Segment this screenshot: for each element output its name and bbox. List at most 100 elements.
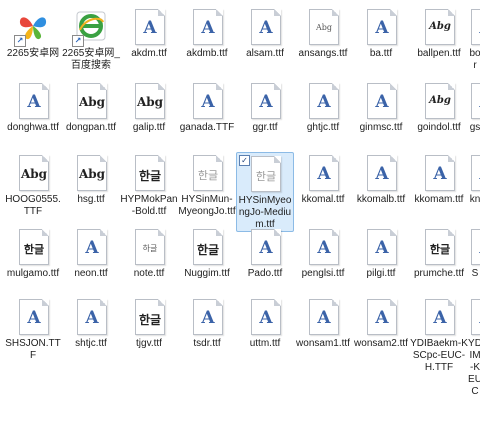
- font-preview-glyph: A: [259, 18, 273, 38]
- file-name-label: shtjc.ttf: [75, 338, 107, 349]
- file-item[interactable]: Abg dongpan.ttf: [62, 80, 120, 134]
- file-item[interactable]: AS: [468, 226, 480, 280]
- font-preview-glyph: A: [259, 92, 273, 112]
- file-name-label: HYPMokPan-Bold.ttf: [120, 194, 178, 217]
- font-preview-glyph: A: [259, 308, 273, 328]
- file-item[interactable]: Awonsam2.ttf: [352, 296, 410, 350]
- file-item[interactable]: 한글 HYPMokPan-Bold.ttf: [120, 152, 178, 218]
- file-item[interactable]: Adonghwa.ttf: [4, 80, 62, 134]
- file-item[interactable]: Abg ansangs.ttf: [294, 6, 352, 60]
- file-name-label: akdmb.ttf: [186, 48, 228, 59]
- document-page-icon: A: [251, 299, 281, 335]
- font-file-icon: A: [422, 155, 456, 191]
- file-name-label: Nuggim.ttf: [184, 268, 230, 279]
- document-page-icon: Abg: [425, 83, 455, 119]
- file-item[interactable]: 한글 mulgamo.ttf: [4, 226, 62, 280]
- file-item[interactable]: Akkomalb.ttf: [352, 152, 410, 206]
- document-page-icon: A: [471, 155, 480, 191]
- file-item[interactable]: Abg ballpen.ttf: [410, 6, 468, 60]
- file-item[interactable]: Aakdmb.ttf: [178, 6, 236, 60]
- document-page-icon: A: [367, 9, 397, 45]
- font-preview-glyph: Abg: [315, 23, 333, 32]
- file-item[interactable]: Apilgi.ttf: [352, 226, 410, 280]
- file-item[interactable]: Aganada.TTF: [178, 80, 236, 134]
- file-item[interactable]: Aba.ttf: [352, 6, 410, 60]
- file-name-label: gs: [469, 122, 480, 133]
- document-page-icon: Abg: [77, 155, 107, 191]
- file-item[interactable]: 하글 note.ttf: [120, 226, 178, 280]
- file-item[interactable]: 한글 tjgv.ttf: [120, 296, 178, 350]
- file-item[interactable]: ↗ 2265安卓网_百度搜索: [62, 6, 120, 72]
- font-preview-glyph: A: [375, 18, 389, 38]
- file-item[interactable]: Abg goindol.ttf: [410, 80, 468, 134]
- file-name-label: alsam.ttf: [246, 48, 284, 59]
- file-item[interactable]: Abor: [468, 6, 480, 72]
- file-item[interactable]: Abg galip.ttf: [120, 80, 178, 134]
- file-item[interactable]: Abg HOOG0555.TTF: [4, 152, 62, 218]
- document-page-icon: A: [309, 229, 339, 265]
- document-page-icon: Abg: [309, 9, 339, 45]
- file-item[interactable]: Akn: [468, 152, 480, 206]
- file-item[interactable]: Akkomam.ttf: [410, 152, 468, 206]
- file-item[interactable]: ↗ 2265安卓网: [4, 6, 62, 60]
- font-file-icon: 하글: [132, 229, 166, 265]
- font-preview-glyph: A: [472, 92, 480, 112]
- font-file-icon: 한글: [190, 229, 224, 265]
- file-name-label: akdm.ttf: [131, 48, 167, 59]
- font-file-icon: A: [190, 299, 224, 335]
- file-name-label: note.ttf: [133, 268, 165, 279]
- file-item[interactable]: Abg hsg.ttf: [62, 152, 120, 206]
- file-name-label: HOOG0555.TTF: [5, 194, 61, 217]
- font-file-icon: Abg: [306, 9, 340, 45]
- file-name-label: bor: [469, 48, 480, 71]
- file-name-label: tsdr.ttf: [193, 338, 221, 349]
- font-file-icon: A: [16, 299, 50, 335]
- file-item[interactable]: Awonsam1.ttf: [294, 296, 352, 350]
- font-preview-glyph: Abg: [78, 95, 106, 109]
- font-file-icon: A: [132, 9, 166, 45]
- file-name-label: kkomalb.ttf: [356, 194, 406, 205]
- file-item[interactable]: 한글 prumche.ttf: [410, 226, 468, 280]
- file-item[interactable]: Aghtjc.ttf: [294, 80, 352, 134]
- document-page-icon: A: [193, 9, 223, 45]
- file-item[interactable]: 한글 HYSinMun-MyeongJo.ttf: [178, 152, 236, 218]
- file-item[interactable]: Aneon.ttf: [62, 226, 120, 280]
- document-page-icon: A: [367, 299, 397, 335]
- ie-shortcut-icon: ↗: [72, 9, 108, 47]
- file-item[interactable]: Aalsam.ttf: [236, 6, 294, 60]
- file-item[interactable]: A YDIM-KEUC: [468, 296, 480, 398]
- font-file-icon: A: [364, 9, 398, 45]
- file-item[interactable]: Aginmsc.ttf: [352, 80, 410, 134]
- file-item[interactable]: A Pado.ttf: [236, 226, 294, 280]
- file-item[interactable]: A SHSJON.TTF: [4, 296, 62, 362]
- font-preview-glyph: Abg: [429, 95, 451, 106]
- file-item[interactable]: Auttm.ttf: [236, 296, 294, 350]
- font-file-icon: A: [248, 299, 282, 335]
- file-item[interactable]: Apenglsi.ttf: [294, 226, 352, 280]
- file-item[interactable]: A YDIBaekm-KSCpc-EUC-H.TTF: [410, 296, 468, 374]
- font-preview-glyph: A: [201, 92, 215, 112]
- file-name-label: YDIM-KEUC: [468, 338, 480, 397]
- font-preview-glyph: Abg: [78, 167, 106, 181]
- font-preview-glyph: 한글: [255, 170, 277, 183]
- font-preview-glyph: A: [472, 18, 480, 38]
- font-file-icon: Abg: [74, 83, 108, 119]
- font-file-icon: 한글: [422, 229, 456, 265]
- file-item[interactable]: ✓ 한글 HYSinMyeongJo-Medium.ttf: [236, 152, 294, 232]
- document-page-icon: A: [251, 83, 281, 119]
- file-item[interactable]: Ashtjc.ttf: [62, 296, 120, 350]
- document-page-icon: A: [251, 229, 281, 265]
- file-name-label: S: [471, 268, 479, 279]
- file-item[interactable]: Atsdr.ttf: [178, 296, 236, 350]
- file-item[interactable]: Akkomal.ttf: [294, 152, 352, 206]
- file-name-label: hsg.ttf: [77, 194, 105, 205]
- file-name-label: mulgamo.ttf: [6, 268, 60, 279]
- file-item[interactable]: Aggr.ttf: [236, 80, 294, 134]
- font-preview-glyph: A: [472, 238, 480, 258]
- file-item[interactable]: Ags: [468, 80, 480, 134]
- font-file-icon: A: [248, 83, 282, 119]
- file-item[interactable]: 한글 Nuggim.ttf: [178, 226, 236, 280]
- file-item[interactable]: Aakdm.ttf: [120, 6, 178, 60]
- document-page-icon: 한글: [193, 229, 223, 265]
- font-preview-glyph: A: [317, 164, 331, 184]
